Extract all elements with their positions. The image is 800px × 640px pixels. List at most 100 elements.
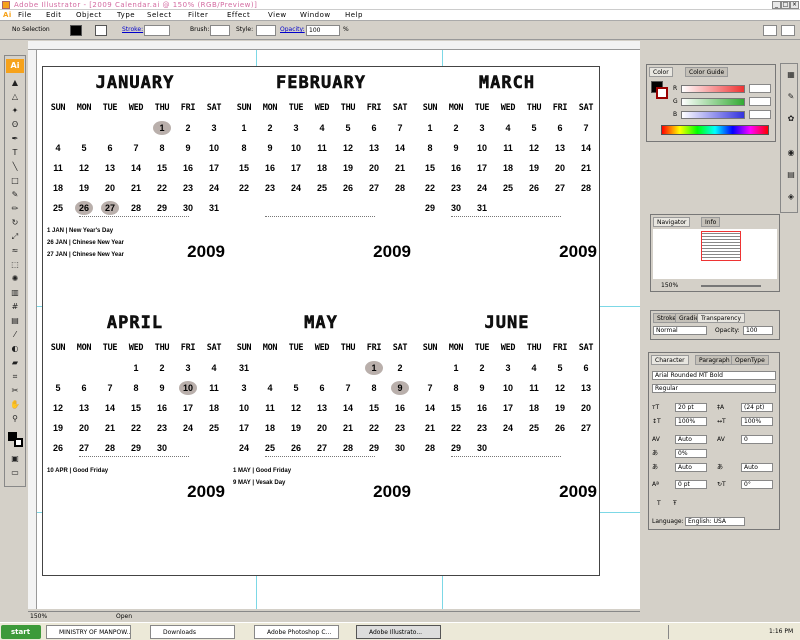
font-family-dropdown[interactable]: Arial Rounded MT Bold bbox=[652, 371, 776, 380]
close-button[interactable]: × bbox=[790, 1, 799, 9]
screen-mode-icon[interactable]: ▭ bbox=[8, 468, 22, 478]
underline-icon[interactable]: T bbox=[657, 499, 661, 508]
strikethrough-icon[interactable]: Ŧ bbox=[673, 499, 677, 508]
task-downloads[interactable]: Downloads bbox=[150, 625, 235, 639]
menu-edit[interactable]: Edit bbox=[46, 10, 62, 21]
menu-select[interactable]: Select bbox=[147, 10, 172, 21]
opacity-input[interactable]: 100 bbox=[306, 25, 340, 36]
live-paint-tool-icon[interactable]: ▰ bbox=[8, 358, 22, 368]
menu-object[interactable]: Object bbox=[76, 10, 102, 21]
menu-view[interactable]: View bbox=[268, 10, 287, 21]
tab-info[interactable]: Info bbox=[701, 217, 721, 227]
navigator-preview[interactable] bbox=[653, 229, 777, 279]
channel-r-slider[interactable] bbox=[681, 85, 745, 93]
tsume-input[interactable]: 0% bbox=[675, 449, 707, 458]
pen-tool-icon[interactable]: ✒ bbox=[8, 134, 22, 144]
baseline-shift-input[interactable]: 0 pt bbox=[675, 480, 707, 489]
language-dropdown[interactable]: English: USA bbox=[685, 517, 745, 526]
app-menu-icon[interactable]: Ai bbox=[3, 10, 12, 21]
start-button[interactable]: start bbox=[1, 625, 41, 639]
task-ministry[interactable]: MINISTRY OF MANPOW... bbox=[46, 625, 131, 639]
rotation-input[interactable]: 0° bbox=[741, 480, 773, 489]
stroke-color-icon[interactable] bbox=[14, 438, 23, 447]
channel-b-input[interactable] bbox=[749, 110, 771, 119]
stroke-weight-input[interactable] bbox=[144, 25, 170, 36]
scale-tool-icon[interactable]: ⤢ bbox=[8, 232, 22, 242]
graph-tool-icon[interactable]: ▥ bbox=[8, 288, 22, 298]
document-setup-icon[interactable] bbox=[763, 25, 777, 36]
dock-appearance-icon[interactable]: ◉ bbox=[784, 148, 798, 158]
tab-color-guide[interactable]: Color Guide bbox=[685, 67, 729, 77]
font-size-input[interactable]: 20 pt bbox=[675, 403, 707, 412]
leading-input[interactable]: (24 pt) bbox=[741, 403, 773, 412]
zoom-tool-icon[interactable]: ⚲ bbox=[8, 414, 22, 424]
dock-layers-icon[interactable]: ◈ bbox=[784, 192, 798, 202]
maximize-button[interactable]: □ bbox=[781, 1, 790, 9]
gradient-tool-icon[interactable]: ▤ bbox=[8, 316, 22, 326]
navigator-zoom-value[interactable]: 150% bbox=[661, 281, 678, 290]
color-stroke-icon[interactable] bbox=[656, 87, 668, 99]
tab-paragraph[interactable]: Paragraph bbox=[695, 355, 734, 365]
channel-b-slider[interactable] bbox=[681, 111, 745, 119]
horizontal-scale-input[interactable]: 100% bbox=[741, 417, 773, 426]
aki-left-input[interactable]: Auto bbox=[675, 463, 707, 472]
rotate-tool-icon[interactable]: ↻ bbox=[8, 218, 22, 228]
free-transform-tool-icon[interactable]: ⬚ bbox=[8, 260, 22, 270]
eyedropper-tool-icon[interactable]: ⁄ bbox=[8, 330, 22, 340]
task-photoshop[interactable]: Adobe Photoshop C... bbox=[254, 625, 339, 639]
channel-g-slider[interactable] bbox=[681, 98, 745, 106]
stroke-swatch[interactable] bbox=[95, 25, 107, 36]
panel-menu-icon[interactable] bbox=[781, 25, 795, 36]
channel-r-input[interactable] bbox=[749, 84, 771, 93]
transparency-opacity-input[interactable]: 100 bbox=[743, 326, 773, 335]
aki-right-input[interactable]: Auto bbox=[741, 463, 773, 472]
calendar-artboard[interactable]: JANUARY SUN MON TUE WED THU FRI SAT 1 2 3 4 5 6 7 8 9 10 1… bbox=[42, 66, 600, 576]
tab-opentype[interactable]: OpenType bbox=[731, 355, 769, 365]
fill-swatch[interactable] bbox=[70, 25, 82, 36]
navigator-zoom-slider[interactable] bbox=[701, 285, 761, 287]
zoom-level[interactable]: 150% bbox=[30, 612, 47, 622]
pencil-tool-icon[interactable]: ✏ bbox=[8, 204, 22, 214]
dock-graphic-styles-icon[interactable]: ▤ bbox=[784, 170, 798, 180]
kerning-input[interactable]: Auto bbox=[675, 435, 707, 444]
minimize-button[interactable]: _ bbox=[772, 1, 781, 9]
blend-mode-dropdown[interactable]: Normal bbox=[653, 326, 707, 335]
status-mode[interactable]: Open bbox=[116, 612, 132, 622]
dock-brushes-icon[interactable]: ✎ bbox=[784, 92, 798, 102]
symbol-sprayer-tool-icon[interactable]: ✺ bbox=[8, 274, 22, 284]
paintbrush-tool-icon[interactable]: ✎ bbox=[8, 190, 22, 200]
stroke-label[interactable]: Stroke: bbox=[122, 26, 143, 33]
task-illustrator[interactable]: Adobe Illustrato... bbox=[356, 625, 441, 639]
hand-tool-icon[interactable]: ✋ bbox=[8, 400, 22, 410]
dock-swatches-icon[interactable]: ▦ bbox=[784, 70, 798, 80]
selection-tool-icon[interactable]: ▲ bbox=[8, 78, 22, 88]
brush-dropdown[interactable] bbox=[210, 25, 230, 36]
tab-color[interactable]: Color bbox=[649, 67, 673, 77]
opacity-label[interactable]: Opacity: bbox=[280, 26, 305, 33]
lasso-tool-icon[interactable]: ʘ bbox=[8, 120, 22, 130]
menu-filter[interactable]: Filter bbox=[188, 10, 208, 21]
blend-tool-icon[interactable]: ◐ bbox=[8, 344, 22, 354]
magic-wand-tool-icon[interactable]: ✦ bbox=[8, 106, 22, 116]
type-tool-icon[interactable]: T bbox=[8, 148, 22, 158]
mesh-tool-icon[interactable]: # bbox=[8, 302, 22, 312]
warp-tool-icon[interactable]: ≈ bbox=[8, 246, 22, 256]
tab-transparency[interactable]: Transparency bbox=[697, 313, 746, 323]
tab-character[interactable]: Character bbox=[651, 355, 689, 365]
menu-effect[interactable]: Effect bbox=[227, 10, 250, 21]
color-spectrum[interactable] bbox=[661, 125, 769, 135]
color-mode-icon[interactable]: ▣ bbox=[8, 454, 22, 464]
tab-navigator[interactable]: Navigator bbox=[653, 217, 691, 227]
rectangle-tool-icon[interactable]: □ bbox=[8, 176, 22, 186]
crop-tool-icon[interactable]: ⌗ bbox=[8, 372, 22, 382]
dock-symbols-icon[interactable]: ✿ bbox=[784, 114, 798, 124]
scissors-tool-icon[interactable]: ✂ bbox=[8, 386, 22, 396]
menu-file[interactable]: File bbox=[18, 10, 32, 21]
direct-selection-tool-icon[interactable]: △ bbox=[8, 92, 22, 102]
line-tool-icon[interactable]: ╲ bbox=[8, 162, 22, 172]
menu-help[interactable]: Help bbox=[345, 10, 363, 21]
font-style-dropdown[interactable]: Regular bbox=[652, 384, 776, 393]
navigator-view-box[interactable] bbox=[701, 231, 741, 261]
menu-type[interactable]: Type bbox=[117, 10, 135, 21]
tracking-input[interactable]: 0 bbox=[741, 435, 773, 444]
